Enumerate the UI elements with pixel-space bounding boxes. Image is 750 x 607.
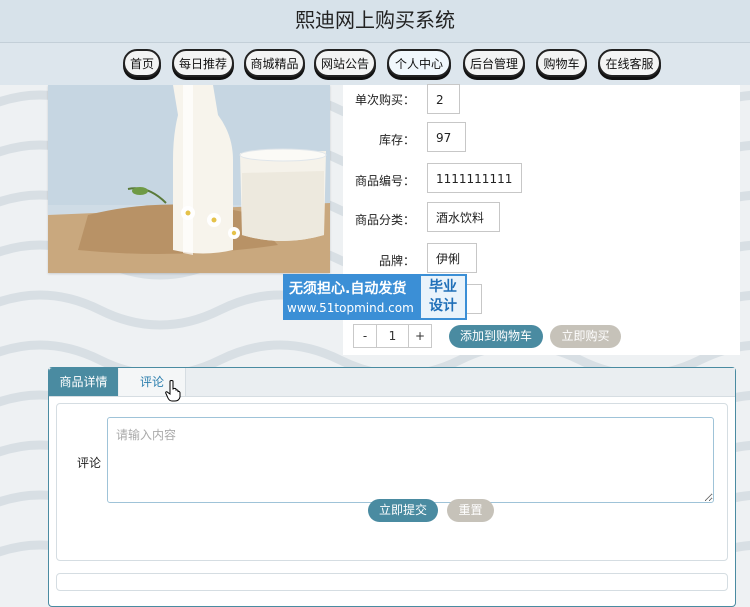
reset-button[interactable]: 重置 (447, 499, 494, 522)
nav-admin[interactable]: 后台管理 (463, 49, 525, 77)
tab-product-details[interactable]: 商品详情 (49, 368, 118, 396)
main-nav: 首页 每日推荐 商城精品 网站公告 个人中心 后台管理 购物车 在线客服 (0, 43, 750, 85)
watermark-badge-top: 毕业 (429, 279, 457, 295)
field-label: 品牌： (378, 254, 415, 268)
watermark-overlay: 无须担心.自动发货 www.51topmind.com 毕业 设计 (283, 274, 467, 320)
site-title: 熙迪网上购买系统 (295, 8, 455, 32)
hand-cursor-icon (165, 380, 181, 402)
nav-user-center[interactable]: 个人中心 (387, 49, 451, 77)
comment-label: 评论 (77, 456, 102, 470)
watermark-text-block: 无须担心.自动发货 www.51topmind.com (283, 274, 419, 320)
site-header: 熙迪网上购买系统 (0, 0, 750, 43)
submit-comment-button[interactable]: 立即提交 (368, 499, 438, 522)
add-to-cart-button[interactable]: 添加到购物车 (449, 325, 543, 348)
milk-product-icon (48, 85, 330, 273)
detail-tabbar: 商品详情 评论 (49, 368, 735, 397)
single-purchase-value: 2 (427, 84, 460, 114)
comment-list-card (56, 573, 728, 591)
product-detail-panel: 商品详情 评论 评论 立即提交 重置 (48, 367, 736, 607)
field-label: 商品编号： (354, 174, 415, 188)
nav-home[interactable]: 首页 (123, 49, 161, 77)
nav-daily-recommend[interactable]: 每日推荐 (172, 49, 234, 77)
stock-value: 97 (427, 122, 466, 152)
quantity-decrease-button[interactable]: - (353, 324, 377, 348)
quantity-input[interactable]: 1 (377, 324, 408, 348)
watermark-line1: 无须担心.自动发货 (289, 281, 407, 297)
buy-now-button[interactable]: 立即购买 (550, 325, 621, 348)
nav-cart[interactable]: 购物车 (536, 49, 587, 77)
quantity-increase-button[interactable]: + (408, 324, 432, 348)
watermark-badge: 毕业 设计 (419, 274, 467, 320)
nav-featured-products[interactable]: 商城精品 (244, 49, 305, 77)
watermark-badge-bottom: 设计 (429, 298, 457, 314)
field-label: 单次购买： (354, 93, 415, 107)
product-image[interactable] (48, 85, 330, 273)
product-number-value: 1111111111 (427, 163, 522, 193)
field-label: 库存： (378, 133, 415, 147)
nav-online-support[interactable]: 在线客服 (598, 49, 661, 77)
nav-announcements[interactable]: 网站公告 (314, 49, 376, 77)
comment-form: 评论 立即提交 重置 (56, 403, 728, 561)
comment-textarea[interactable] (107, 417, 714, 503)
brand-value: 伊俐 (427, 243, 477, 273)
field-label: 商品分类： (354, 213, 415, 227)
watermark-line2: www.51topmind.com (287, 301, 414, 315)
category-value: 酒水饮料 (427, 202, 500, 232)
